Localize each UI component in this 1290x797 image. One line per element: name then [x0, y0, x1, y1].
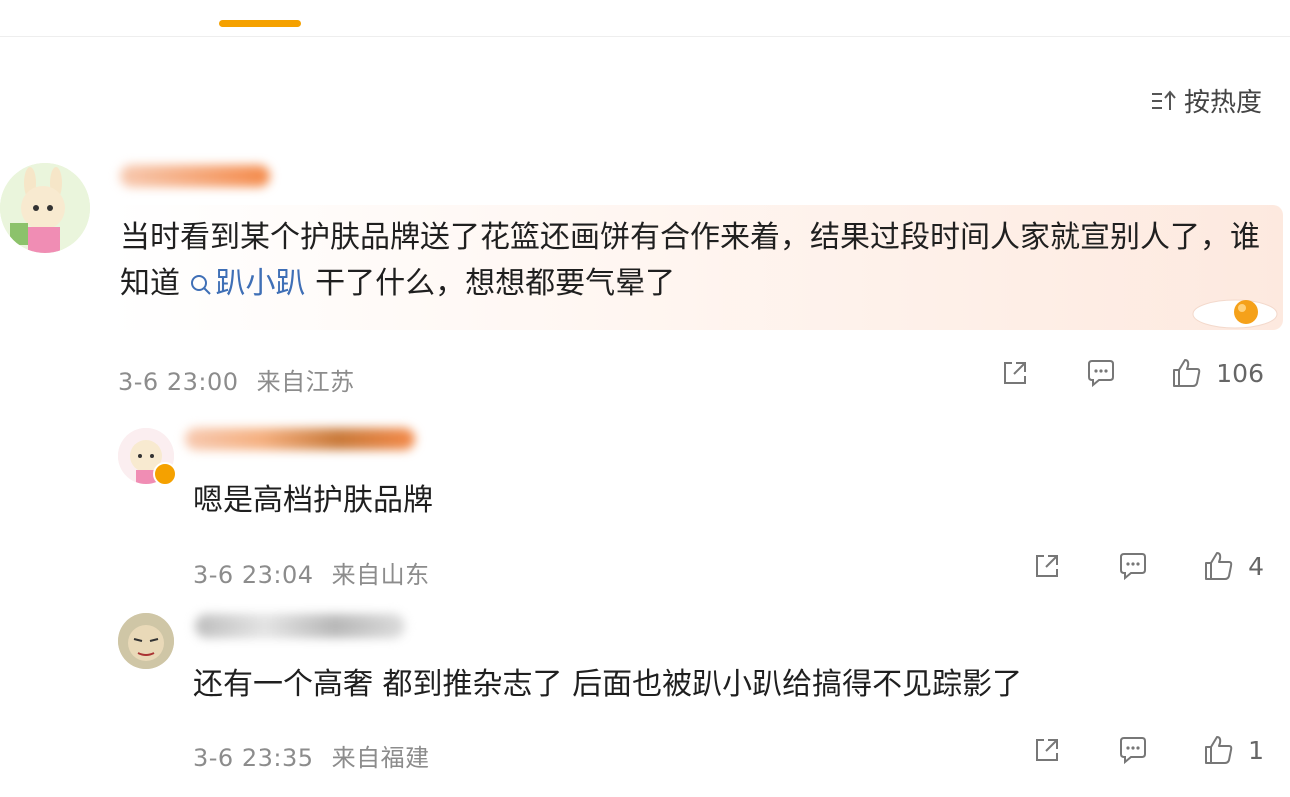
like-count: 4	[1248, 551, 1264, 581]
comment-time: 3-6 23:35	[193, 744, 314, 772]
comment-time: 3-6 23:00	[118, 368, 239, 396]
avatar[interactable]	[0, 163, 90, 253]
share-icon	[1036, 739, 1059, 761]
like-button[interactable]: 4	[1202, 549, 1264, 583]
sort-label: 按热度	[1183, 88, 1262, 118]
like-icon	[1173, 359, 1201, 387]
like-icon	[1205, 552, 1233, 580]
comment-meta: 3-6 23:35 来自福建	[193, 738, 430, 773]
comment-actions: 106	[998, 356, 1264, 390]
like-count: 1	[1248, 735, 1264, 765]
topic-label: 趴小趴	[215, 266, 306, 301]
share-icon	[1004, 362, 1027, 384]
topic-link[interactable]: 趴小趴	[190, 266, 306, 301]
avatar[interactable]	[118, 613, 174, 669]
comment-location: 来自山东	[331, 561, 430, 589]
blurred-username	[120, 165, 270, 187]
sort-by-hot-button[interactable]: 按热度	[1150, 82, 1262, 119]
comment-text: 当时看到某个护肤品牌送了花篮还画饼有合作来着，结果过段时间人家就宣别人了，谁知道…	[120, 215, 1270, 307]
comment-text-part: 干了什么，想想都要气晕了	[305, 266, 676, 301]
share-button[interactable]	[1030, 549, 1064, 583]
comment-meta: 3-6 23:00 来自江苏	[118, 362, 355, 397]
comment-time: 3-6 23:04	[193, 561, 314, 589]
verified-badge-icon	[153, 462, 177, 486]
comment-text: 嗯是高档护肤品牌	[193, 483, 433, 518]
search-icon	[190, 275, 211, 295]
like-icon	[1205, 736, 1233, 764]
share-button[interactable]	[998, 356, 1032, 390]
comment-actions: 4	[1030, 549, 1264, 583]
comment-location: 来自福建	[331, 744, 430, 772]
like-button[interactable]: 106	[1170, 356, 1264, 390]
reply-button[interactable]	[1084, 356, 1118, 390]
comment-location: 来自江苏	[256, 368, 355, 396]
blurred-username	[185, 428, 415, 450]
top-tab-bar	[0, 0, 1290, 37]
blurred-username	[195, 614, 405, 638]
comment-icon	[1120, 553, 1147, 581]
comment-text: 还有一个高奢 都到推杂志了 后面也被趴小趴给搞得不见踪影了	[193, 667, 1023, 702]
share-icon	[1036, 555, 1059, 577]
active-tab-indicator	[219, 20, 301, 27]
like-count: 106	[1216, 358, 1264, 388]
comment-icon	[1120, 737, 1147, 765]
comment-icon	[1088, 360, 1115, 388]
sort-icon	[1151, 89, 1176, 110]
egg-emoji-icon	[1192, 299, 1278, 329]
comment-actions: 1	[1030, 733, 1264, 767]
reply-button[interactable]	[1116, 549, 1150, 583]
comment-meta: 3-6 23:04 来自山东	[193, 555, 430, 590]
like-button[interactable]: 1	[1202, 733, 1264, 767]
reply-button[interactable]	[1116, 733, 1150, 767]
share-button[interactable]	[1030, 733, 1064, 767]
